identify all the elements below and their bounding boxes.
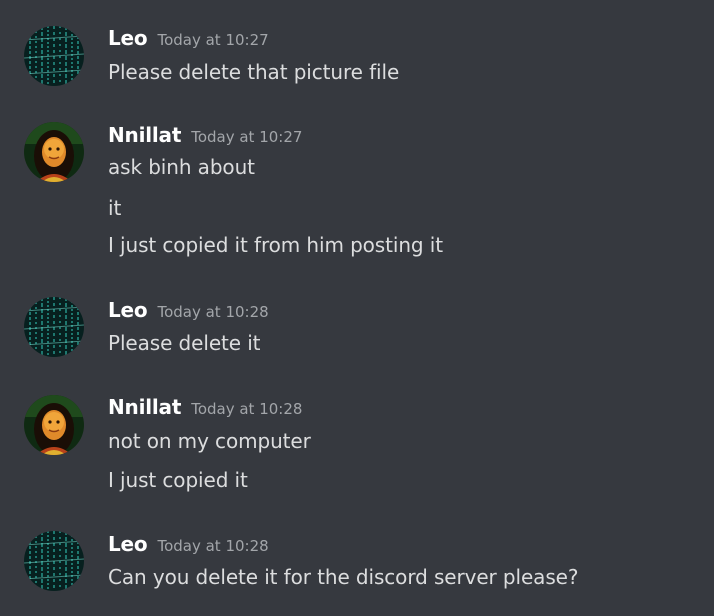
timestamp: Today at 10:27 bbox=[157, 31, 269, 49]
username[interactable]: Nnillat bbox=[108, 395, 181, 419]
message-text: not on my computer bbox=[108, 429, 311, 453]
timestamp: Today at 10:27 bbox=[191, 128, 303, 146]
message-text: it bbox=[108, 196, 122, 220]
chat-message-list: Leo Today at 10:27 Please delete that pic… bbox=[0, 0, 714, 616]
username[interactable]: Leo bbox=[108, 532, 148, 556]
username[interactable]: Nnillat bbox=[108, 123, 181, 147]
message-text: I just copied it from him posting it bbox=[108, 233, 443, 257]
mona-lisa-avatar-icon[interactable] bbox=[24, 395, 84, 455]
timestamp: Today at 10:28 bbox=[191, 400, 303, 418]
timestamp: Today at 10:28 bbox=[157, 303, 269, 321]
message-text: I just copied it bbox=[108, 468, 248, 492]
message-header: Leo Today at 10:27 bbox=[108, 26, 269, 52]
username[interactable]: Leo bbox=[108, 298, 148, 322]
message-text: Can you delete it for the discord server… bbox=[108, 565, 579, 589]
username[interactable]: Leo bbox=[108, 26, 148, 50]
message-header: Leo Today at 10:28 bbox=[108, 298, 269, 324]
matrix-code-avatar-icon[interactable] bbox=[24, 26, 84, 86]
matrix-code-avatar-icon[interactable] bbox=[24, 531, 84, 591]
message-header: Nnillat Today at 10:28 bbox=[108, 395, 302, 421]
message-text: Please delete it bbox=[108, 331, 261, 355]
message-text: ask binh about bbox=[108, 155, 255, 179]
matrix-code-avatar-icon[interactable] bbox=[24, 297, 84, 357]
mona-lisa-avatar-icon[interactable] bbox=[24, 122, 84, 182]
message-text: Please delete that picture file bbox=[108, 60, 400, 84]
timestamp: Today at 10:28 bbox=[157, 537, 269, 555]
message-header: Leo Today at 10:28 bbox=[108, 532, 269, 558]
message-header: Nnillat Today at 10:27 bbox=[108, 123, 302, 149]
